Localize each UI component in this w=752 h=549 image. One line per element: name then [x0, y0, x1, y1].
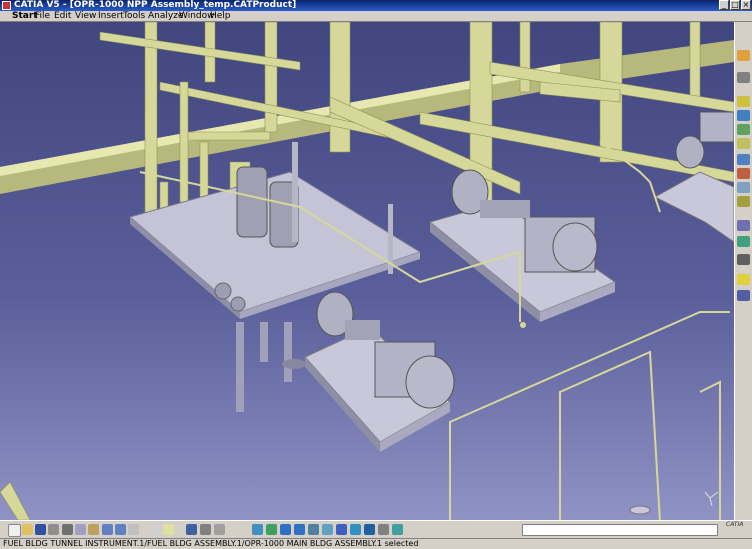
menu-help[interactable]: Help: [210, 11, 231, 22]
menu-view[interactable]: View: [75, 11, 96, 22]
copy-icon[interactable]: [75, 524, 86, 535]
bolt-icon[interactable]: [737, 254, 750, 265]
product-icon[interactable]: [737, 220, 750, 231]
menu-edit[interactable]: Edit: [54, 11, 71, 22]
snap-icon[interactable]: [737, 182, 750, 193]
swap-icon[interactable]: [364, 524, 375, 535]
analysis-icon[interactable]: [200, 524, 211, 535]
window-controls: _ □ ×: [719, 0, 751, 11]
minimize-button[interactable]: _: [719, 0, 729, 10]
undo-icon[interactable]: [102, 524, 113, 535]
menu-file[interactable]: File: [35, 11, 50, 22]
catalog-icon[interactable]: [186, 524, 197, 535]
horizontal-pump-center[interactable]: [304, 291, 455, 452]
properties-icon[interactable]: [378, 524, 389, 535]
instrument-tap: [520, 322, 526, 328]
maximize-button[interactable]: □: [730, 0, 740, 10]
3d-viewport[interactable]: [0, 22, 734, 520]
window-title: CATIA V5 - [OPR-1000 NPP Assembly_temp.C…: [14, 0, 297, 10]
pan-icon[interactable]: [252, 524, 263, 535]
status-bar: FUEL BLDG TUNNEL INSTRUMENT.1/FUEL BLDG …: [0, 538, 752, 549]
explode-icon[interactable]: [737, 196, 750, 207]
close-button[interactable]: ×: [741, 0, 751, 10]
print-icon[interactable]: [48, 524, 59, 535]
zoom-out-icon[interactable]: [294, 524, 305, 535]
iso-view-icon[interactable]: [322, 524, 333, 535]
catia-logo: CATIA: [726, 521, 744, 528]
constraint-icon[interactable]: [737, 110, 750, 121]
assembly-icon[interactable]: [737, 96, 750, 107]
measure-icon[interactable]: [737, 124, 750, 135]
menu-bar: Start File Edit View Insert Tools Analyz…: [0, 11, 752, 22]
part-design-icon[interactable]: [737, 72, 750, 83]
menu-tools[interactable]: Tools: [123, 11, 145, 22]
cut-icon[interactable]: [62, 524, 73, 535]
view-icon[interactable]: [737, 290, 750, 301]
new-icon[interactable]: [8, 524, 21, 537]
light-icon[interactable]: [737, 274, 750, 285]
open-icon[interactable]: [22, 524, 33, 535]
select-icon[interactable]: [392, 524, 403, 535]
redo-icon[interactable]: [115, 524, 126, 535]
comment-icon[interactable]: [163, 524, 174, 535]
command-input[interactable]: [522, 524, 718, 536]
catalog-icon[interactable]: [737, 236, 750, 247]
menu-insert[interactable]: Insert: [98, 11, 124, 22]
shading-icon[interactable]: [336, 524, 347, 535]
clash-icon[interactable]: [737, 154, 750, 165]
section-icon[interactable]: [737, 138, 750, 149]
normal-view-icon[interactable]: [308, 524, 319, 535]
rotate-icon[interactable]: [266, 524, 277, 535]
bottom-toolbar: [0, 520, 752, 538]
tree-axis-icon: [704, 491, 719, 507]
hide-show-icon[interactable]: [350, 524, 361, 535]
plant-model-drawing: [0, 22, 734, 520]
help-icon[interactable]: [128, 524, 139, 535]
title-bar: CATIA V5 - [OPR-1000 NPP Assembly_temp.C…: [0, 0, 752, 11]
fly-icon[interactable]: [214, 524, 225, 535]
status-text: FUEL BLDG TUNNEL INSTRUMENT.1/FUEL BLDG …: [3, 539, 419, 548]
floor-drain: [629, 505, 651, 515]
menu-start[interactable]: Start: [12, 11, 38, 22]
catia-app-icon[interactable]: [2, 1, 11, 10]
paste-icon[interactable]: [88, 524, 99, 535]
horizontal-pump-right[interactable]: [428, 169, 617, 322]
zoom-in-icon[interactable]: [280, 524, 291, 535]
manipulate-icon[interactable]: [737, 168, 750, 179]
sketcher-icon[interactable]: [737, 50, 750, 61]
save-icon[interactable]: [35, 524, 46, 535]
formula-icon[interactable]: [150, 524, 161, 535]
right-toolbar: [734, 22, 752, 520]
